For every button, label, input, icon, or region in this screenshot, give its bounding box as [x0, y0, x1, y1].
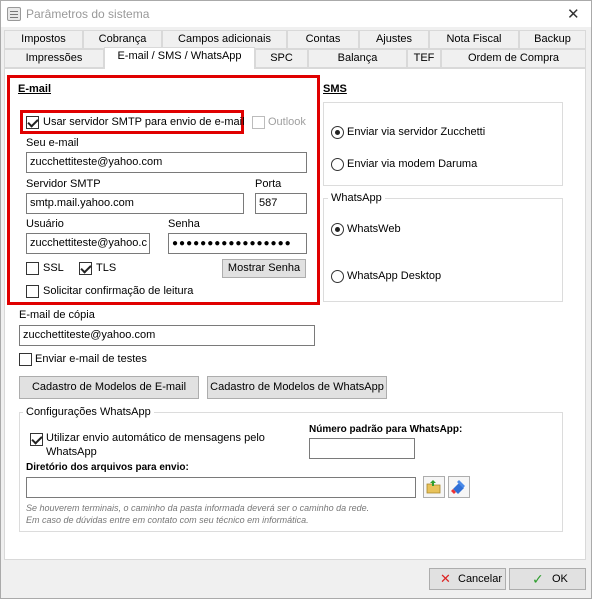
sms-daruma-label: Enviar via modem Daruma [347, 158, 478, 170]
tab-spc[interactable]: SPC [255, 49, 308, 68]
read-confirmation-checkbox[interactable] [26, 285, 39, 298]
email-templates-button[interactable]: Cadastro de Modelos de E-mail [19, 376, 199, 399]
auto-send-whatsapp-label: Utilizar envio automático de mensagens p… [46, 432, 265, 458]
read-confirmation-label: Solicitar confirmação de leitura [43, 285, 194, 297]
tab-backup[interactable]: Backup [519, 30, 586, 49]
folder-icon [426, 480, 441, 494]
hint-contact-technician: Em caso de dúvidas entre em contato com … [26, 515, 309, 525]
whatsapp-group [323, 198, 563, 302]
ok-check-icon: ✓ [532, 571, 544, 587]
clear-path-button[interactable] [448, 476, 470, 498]
sms-zucchetti-radio[interactable] [331, 126, 344, 139]
close-icon[interactable]: ✕ [567, 5, 580, 23]
hint-network-path: Se houverem terminais, o caminho da past… [26, 503, 370, 513]
tab-nota-fiscal[interactable]: Nota Fiscal [429, 30, 519, 49]
whatsapp-config-title: Configurações WhatsApp [23, 406, 154, 418]
tab-ajustes[interactable]: Ajustes [359, 30, 429, 49]
ssl-label: SSL [43, 262, 64, 274]
port-field[interactable]: 587 [255, 193, 307, 214]
use-smtp-checkbox[interactable] [26, 116, 39, 129]
whatsapp-desktop-radio[interactable] [331, 270, 344, 283]
outlook-checkbox[interactable] [252, 116, 265, 129]
your-email-field[interactable]: zucchettiteste@yahoo.com [26, 152, 307, 173]
default-number-label: Número padrão para WhatsApp: [309, 424, 463, 435]
smtp-server-field[interactable]: smtp.mail.yahoo.com [26, 193, 244, 214]
tab-email-sms-whatsapp[interactable]: E-mail / SMS / WhatsApp [104, 47, 255, 69]
whatsapp-templates-button[interactable]: Cadastro de Modelos de WhatsApp [207, 376, 387, 399]
tab-contas[interactable]: Contas [287, 30, 359, 49]
password-label: Senha [168, 218, 200, 230]
tab-tef[interactable]: TEF [407, 49, 441, 68]
window-title: Parâmetros do sistema [26, 7, 150, 21]
whatsapp-group-title: WhatsApp [328, 192, 385, 204]
window-app-icon [7, 7, 21, 21]
user-label: Usuário [26, 218, 64, 230]
default-number-field[interactable] [309, 438, 415, 459]
copy-email-field[interactable]: zucchettiteste@yahoo.com [19, 325, 315, 346]
directory-label: Diretório dos arquivos para envio: [26, 462, 189, 473]
port-label: Porta [255, 178, 282, 190]
title-bar: Parâmetros do sistema ✕ [1, 1, 591, 27]
sms-section-title: SMS [323, 83, 347, 95]
system-parameters-window: Parâmetros do sistema ✕ Impostos Cobranç… [0, 0, 592, 599]
your-email-label: Seu e-mail [26, 137, 79, 149]
outlook-label: Outlook [268, 116, 306, 128]
cancel-x-icon: ✕ [440, 571, 451, 586]
tab-balanca[interactable]: Balança [308, 49, 407, 68]
use-smtp-label: Usar servidor SMTP para envio de e-mail [43, 116, 245, 128]
ok-button[interactable]: ✓ OK [509, 568, 586, 590]
sms-zucchetti-label: Enviar via servidor Zucchetti [347, 126, 486, 138]
email-section-title: E-mail [18, 83, 52, 95]
whatsapp-desktop-label: WhatsApp Desktop [347, 270, 442, 282]
cancel-button-label: Cancelar [458, 573, 503, 585]
smtp-server-label: Servidor SMTP [26, 178, 101, 190]
tls-checkbox[interactable] [79, 262, 92, 275]
tab-impostos[interactable]: Impostos [4, 30, 83, 49]
tab-ordem-de-compra[interactable]: Ordem de Compra [441, 49, 586, 68]
cancel-button[interactable]: ✕ Cancelar [429, 568, 506, 590]
send-test-email-label: Enviar e-mail de testes [35, 353, 147, 365]
directory-field[interactable] [26, 477, 416, 498]
ok-button-label: OK [552, 573, 568, 585]
show-password-button[interactable]: Mostrar Senha [222, 259, 306, 278]
password-field[interactable]: ●●●●●●●●●●●●●●●●● [168, 233, 307, 254]
sms-daruma-radio[interactable] [331, 158, 344, 171]
send-test-email-checkbox[interactable] [19, 353, 32, 366]
tab-impressoes[interactable]: Impressões [4, 49, 104, 68]
sms-group [323, 102, 563, 186]
copy-email-label: E-mail de cópia [19, 309, 95, 321]
whatsweb-radio[interactable] [331, 223, 344, 236]
ssl-checkbox[interactable] [26, 262, 39, 275]
eraser-icon [451, 480, 465, 494]
open-folder-button[interactable] [423, 476, 445, 498]
tls-label: TLS [96, 262, 117, 274]
auto-send-whatsapp-checkbox[interactable] [30, 433, 43, 446]
user-field[interactable]: zucchettiteste@yahoo.c [26, 233, 150, 254]
whatsweb-label: WhatsWeb [347, 223, 401, 235]
